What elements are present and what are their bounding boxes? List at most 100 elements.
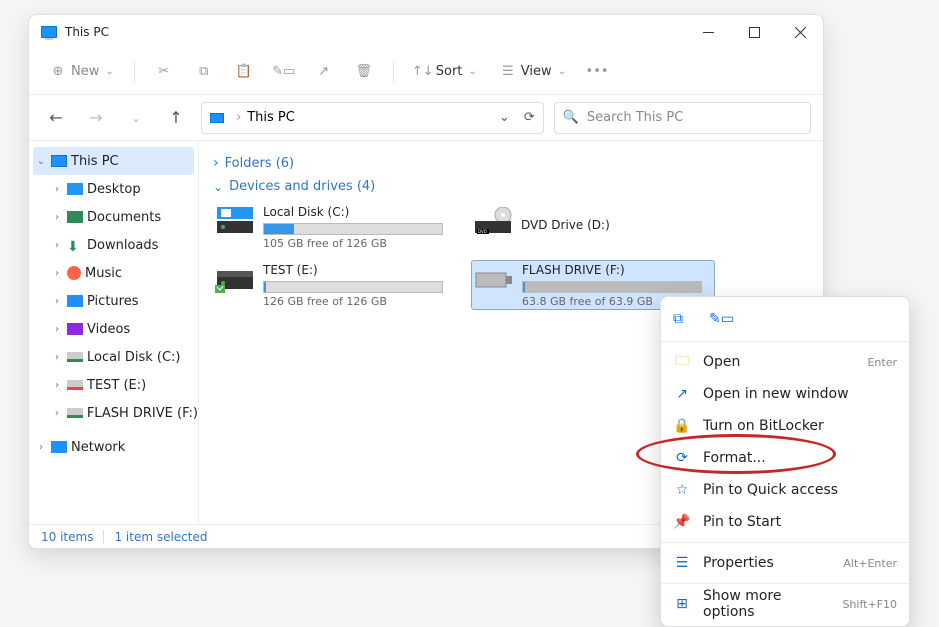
shortcut-label: Alt+Enter [843, 557, 897, 570]
sidebar-item-test-e[interactable]: › TEST (E:) [29, 371, 198, 399]
context-item-open[interactable]: 🗀 Open Enter [661, 346, 909, 378]
chevron-down-icon[interactable]: ⌄ [35, 156, 47, 167]
up-button[interactable]: ↑ [161, 103, 191, 133]
sidebar-item-videos[interactable]: ›Videos [29, 315, 198, 343]
scissors-icon: ✂ [155, 63, 173, 81]
context-item-label: Show more options [703, 588, 830, 620]
chevron-right-icon[interactable]: › [51, 352, 63, 363]
maximize-button[interactable] [731, 15, 777, 49]
refresh-button[interactable]: ⟳ [524, 110, 535, 125]
drive-local-disk-c[interactable]: Local Disk (C:) 105 GB free of 126 GB [213, 202, 457, 252]
sidebar-item-label: FLASH DRIVE (F:) [87, 406, 198, 421]
chevron-right-icon[interactable]: › [51, 324, 63, 335]
window-controls [685, 15, 823, 49]
separator [103, 530, 104, 544]
view-label: View [521, 64, 552, 79]
chevron-right-icon[interactable]: › [35, 442, 47, 453]
sort-button[interactable]: ↑↓ Sort ⌄ [406, 56, 485, 88]
drive-dvd-d[interactable]: DVD DVD Drive (D:) [471, 202, 715, 252]
hdd-icon [215, 265, 255, 305]
address-bar[interactable]: › This PC ⌄ ⟳ [201, 102, 544, 134]
context-item-properties[interactable]: ☰ Properties Alt+Enter [661, 547, 909, 579]
sidebar-item-flash-drive-f[interactable]: › FLASH DRIVE (F:) [29, 399, 198, 427]
close-button[interactable] [777, 15, 823, 49]
hdd-icon [215, 207, 255, 247]
cut-button[interactable]: ✂ [147, 56, 181, 88]
sidebar-item-local-disk-c[interactable]: ›Local Disk (C:) [29, 343, 198, 371]
more-button[interactable]: ••• [580, 56, 614, 88]
navigation-pane: ⌄ This PC ›Desktop ›Documents ›⬇Download… [29, 141, 199, 524]
chevron-down-icon: ⌄ [105, 66, 113, 77]
drive-name: Local Disk (C:) [263, 205, 455, 219]
this-pc-icon [41, 26, 57, 38]
chevron-right-icon[interactable]: › [51, 408, 63, 419]
sidebar-item-label: TEST (E:) [87, 378, 146, 393]
minimize-button[interactable] [685, 15, 731, 49]
desktop-icon [67, 183, 83, 195]
storage-bar [522, 281, 702, 293]
drive-name: TEST (E:) [263, 263, 455, 277]
sidebar-item-pictures[interactable]: › Pictures [29, 287, 198, 315]
chevron-right-icon[interactable]: › [51, 268, 63, 279]
context-item-label: Open in new window [703, 386, 849, 402]
group-header-devices[interactable]: Devices and drives (4) [213, 179, 809, 194]
chevron-down-icon[interactable]: ⌄ [499, 110, 510, 125]
forward-button[interactable]: → [81, 103, 111, 133]
shortcut-label: Shift+F10 [842, 598, 897, 611]
sidebar-item-network[interactable]: ›Network [29, 433, 198, 461]
chevron-right-icon[interactable]: › [51, 380, 63, 391]
context-item-bitlocker[interactable]: 🔒 Turn on BitLocker [661, 410, 909, 442]
context-menu: ⧉ ✎▭ 🗀 Open Enter ↗ Open in new window 🔒… [660, 296, 910, 627]
sidebar-item-label: Music [85, 266, 122, 281]
search-input[interactable]: 🔍 Search This PC [554, 102, 811, 134]
sidebar-item-music[interactable]: › Music [29, 259, 198, 287]
context-item-pin-quick-access[interactable]: ☆ Pin to Quick access [661, 474, 909, 506]
new-button[interactable]: ⊕ New ⌄ [41, 56, 122, 88]
delete-button[interactable]: 🗑 [347, 56, 381, 88]
back-button[interactable]: ← [41, 103, 71, 133]
sidebar-item-downloads[interactable]: ›⬇Downloads [29, 231, 198, 259]
share-button[interactable]: ↗ [307, 56, 341, 88]
group-header-folders[interactable]: Folders (6) [213, 155, 809, 171]
sidebar-item-label: Pictures [87, 294, 138, 309]
view-icon: ☰ [499, 63, 517, 81]
paste-button[interactable]: 📋 [227, 56, 261, 88]
breadcrumb-separator: › [236, 110, 241, 125]
context-item-show-more[interactable]: ⊞ Show more options Shift+F10 [661, 588, 909, 620]
sidebar-item-documents[interactable]: ›Documents [29, 203, 198, 231]
context-item-pin-to-start[interactable]: 📌 Pin to Start [661, 506, 909, 538]
paste-icon: 📋 [235, 63, 253, 81]
breadcrumb-item[interactable]: This PC [247, 110, 295, 125]
pin-icon: 📌 [673, 514, 691, 530]
rename-button[interactable]: ✎▭ [267, 56, 301, 88]
chevron-right-icon[interactable]: › [51, 184, 63, 195]
network-icon [51, 441, 67, 453]
dvd-icon: DVD [473, 207, 513, 247]
status-selected-count: 1 item selected [114, 530, 207, 544]
sidebar-item-desktop[interactable]: › Desktop [29, 175, 198, 203]
chevron-right-icon[interactable]: › [51, 212, 63, 223]
disk-icon [67, 352, 83, 362]
chevron-right-icon[interactable]: › [51, 240, 63, 251]
context-item-open-new-window[interactable]: ↗ Open in new window [661, 378, 909, 410]
copy-icon[interactable]: ⧉ [673, 311, 691, 329]
downloads-icon: ⬇ [67, 239, 83, 251]
sidebar-item-label: Desktop [87, 182, 141, 197]
context-item-label: Open [703, 354, 740, 370]
rename-icon[interactable]: ✎▭ [709, 311, 727, 329]
sidebar-item-this-pc[interactable]: ⌄ This PC [33, 147, 194, 175]
disk-icon [67, 380, 83, 390]
drive-test-e[interactable]: TEST (E:) 126 GB free of 126 GB [213, 260, 457, 310]
copy-button[interactable]: ⧉ [187, 56, 221, 88]
context-quick-actions: ⧉ ✎▭ [661, 303, 909, 337]
separator [661, 542, 909, 543]
context-item-format[interactable]: ⟳ Format... [661, 442, 909, 474]
recent-button[interactable]: ⌄ [121, 103, 151, 133]
chevron-right-icon[interactable]: › [51, 296, 63, 307]
usb-icon [474, 265, 514, 305]
view-button[interactable]: ☰ View ⌄ [491, 56, 574, 88]
drive-name: DVD Drive (D:) [521, 218, 713, 232]
storage-bar [263, 223, 443, 235]
context-item-label: Pin to Start [703, 514, 781, 530]
separator [134, 61, 135, 83]
